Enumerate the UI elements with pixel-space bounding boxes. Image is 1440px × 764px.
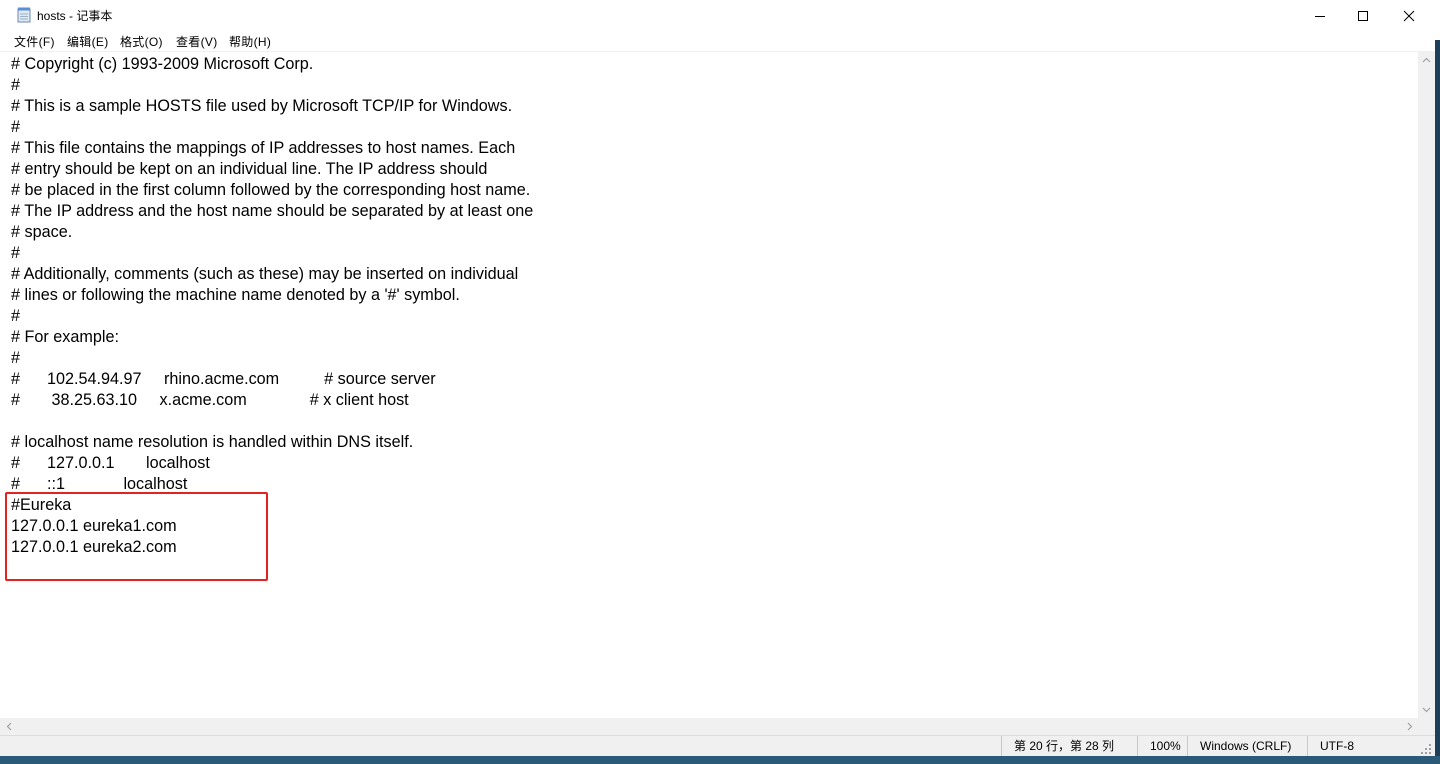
- document-text[interactable]: # Copyright (c) 1993-2009 Microsoft Corp…: [11, 54, 533, 558]
- document-line: # be placed in the first column followed…: [11, 181, 531, 199]
- scrollbar-corner: [1418, 718, 1435, 735]
- resize-grip-icon[interactable]: [1421, 744, 1431, 754]
- document-line: # The IP address and the host name shoul…: [11, 202, 534, 220]
- notepad-icon: [17, 7, 31, 23]
- status-encoding: UTF-8: [1307, 736, 1435, 757]
- document-line: # entry should be kept on an individual …: [11, 160, 488, 178]
- chevron-down-icon: [1422, 707, 1431, 712]
- close-icon: [1403, 10, 1415, 21]
- menu-edit[interactable]: 编辑(E): [67, 33, 109, 50]
- document-line: # This is a sample HOSTS file used by Mi…: [11, 97, 513, 115]
- document-line: # 102.54.94.97 rhino.acme.com # source s…: [11, 370, 436, 388]
- desktop-background: [1435, 40, 1440, 764]
- status-line-ending: Windows (CRLF): [1187, 736, 1307, 757]
- document-line: #: [11, 76, 21, 94]
- document-line: # 38.25.63.10 x.acme.com # x client host: [11, 391, 409, 409]
- text-editor[interactable]: # Copyright (c) 1993-2009 Microsoft Corp…: [0, 51, 1418, 719]
- document-line: # Copyright (c) 1993-2009 Microsoft Corp…: [11, 55, 314, 73]
- document-line: #: [11, 349, 21, 367]
- status-zoom: 100%: [1137, 736, 1187, 757]
- menu-file[interactable]: 文件(F): [14, 33, 55, 50]
- document-line: # Additionally, comments (such as these)…: [11, 265, 519, 283]
- chevron-left-icon: [6, 722, 11, 731]
- document-line: # lines or following the machine name de…: [11, 286, 460, 304]
- menu-bar: 文件(F) 编辑(E) 格式(O) 查看(V) 帮助(H): [0, 31, 1440, 51]
- title-bar[interactable]: hosts - 记事本: [0, 0, 1440, 31]
- vertical-scrollbar[interactable]: [1418, 51, 1435, 718]
- document-line: #: [11, 244, 21, 262]
- document-line: # space.: [11, 223, 73, 241]
- chevron-up-icon: [1422, 57, 1431, 62]
- close-button[interactable]: [1386, 0, 1432, 31]
- chevron-right-icon: [1407, 722, 1412, 731]
- scroll-left-button[interactable]: [0, 718, 17, 735]
- horizontal-scrollbar[interactable]: [0, 718, 1418, 735]
- document-line: #: [11, 307, 21, 325]
- menu-view[interactable]: 查看(V): [176, 33, 218, 50]
- minimize-button[interactable]: [1297, 0, 1343, 31]
- maximize-button[interactable]: [1340, 0, 1386, 31]
- document-line: # This file contains the mappings of IP …: [11, 139, 516, 157]
- scroll-up-button[interactable]: [1418, 51, 1435, 68]
- status-bar: 第 20 行，第 28 列 100% Windows (CRLF) UTF-8: [0, 735, 1435, 757]
- highlight-box: [5, 492, 268, 581]
- document-line: # For example:: [11, 328, 119, 346]
- minimize-icon: [1315, 15, 1325, 17]
- status-position: 第 20 行，第 28 列: [1001, 736, 1137, 757]
- document-line: # localhost name resolution is handled w…: [11, 433, 414, 451]
- scroll-right-button[interactable]: [1401, 718, 1418, 735]
- document-line: # 127.0.0.1 localhost: [11, 454, 210, 472]
- menu-format[interactable]: 格式(O): [120, 33, 163, 50]
- window-title: hosts - 记事本: [37, 9, 113, 23]
- document-line: [11, 411, 533, 432]
- document-line: #: [11, 118, 21, 136]
- maximize-icon: [1358, 10, 1368, 21]
- desktop-background-bottom: [0, 756, 1440, 764]
- menu-help[interactable]: 帮助(H): [229, 33, 271, 50]
- scroll-down-button[interactable]: [1418, 701, 1435, 718]
- notepad-window: hosts - 记事本 文件(F) 编辑(E) 格式(O) 查看(V) 帮助(H…: [0, 0, 1440, 764]
